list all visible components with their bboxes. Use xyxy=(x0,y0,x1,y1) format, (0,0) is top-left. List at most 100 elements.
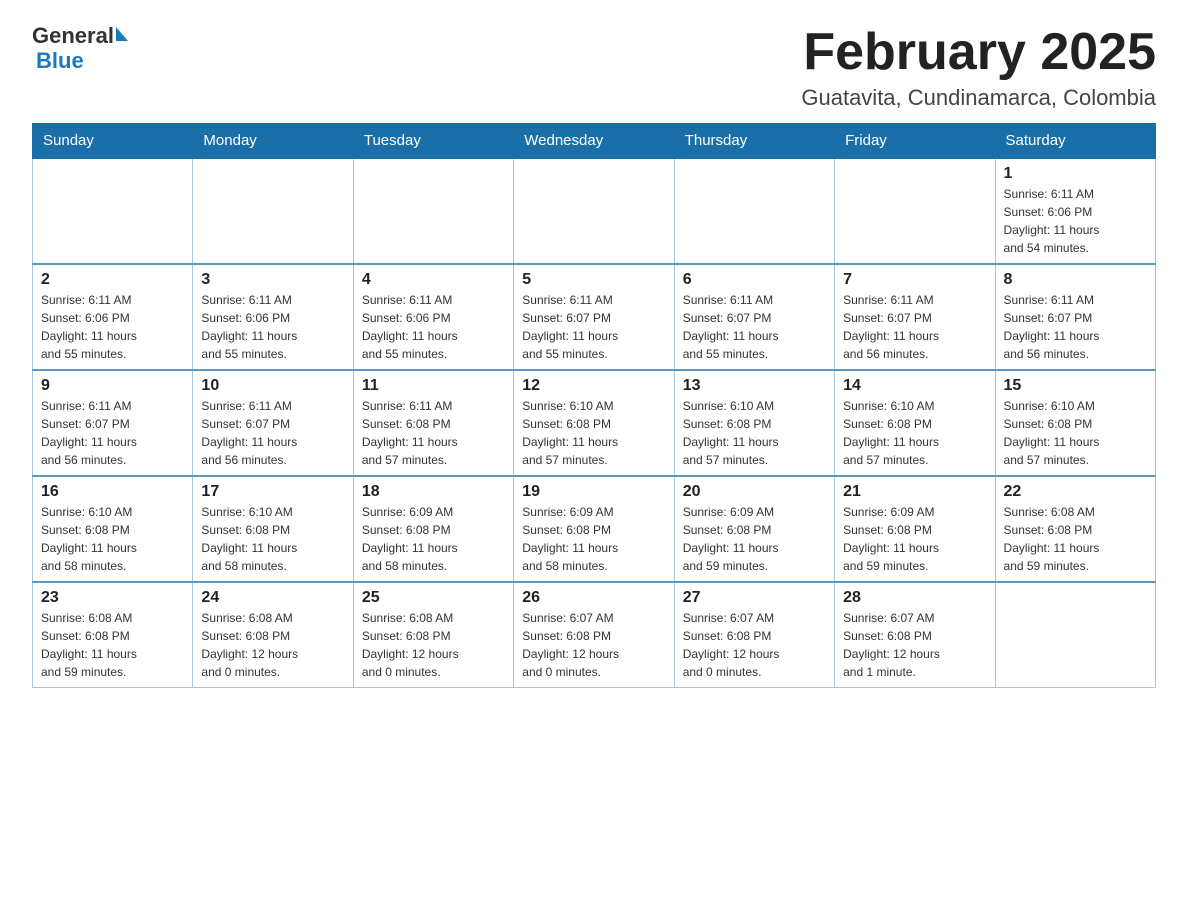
calendar-cell: 13 Sunrise: 6:10 AMSunset: 6:08 PMDayligh… xyxy=(674,370,834,476)
logo-blue-text: Blue xyxy=(36,48,84,74)
day-info: Sunrise: 6:11 AMSunset: 6:07 PMDaylight:… xyxy=(843,291,986,363)
day-number: 19 xyxy=(522,483,665,501)
day-number: 25 xyxy=(362,589,505,607)
day-number: 26 xyxy=(522,589,665,607)
logo: General Blue xyxy=(32,24,128,74)
day-number: 10 xyxy=(201,377,344,395)
day-number: 4 xyxy=(362,271,505,289)
day-number: 20 xyxy=(683,483,826,501)
day-info: Sunrise: 6:07 AMSunset: 6:08 PMDaylight:… xyxy=(683,609,826,681)
calendar-cell: 21 Sunrise: 6:09 AMSunset: 6:08 PMDayligh… xyxy=(835,476,995,582)
day-info: Sunrise: 6:07 AMSunset: 6:08 PMDaylight:… xyxy=(522,609,665,681)
calendar-cell: 1 Sunrise: 6:11 AMSunset: 6:06 PMDaylight… xyxy=(995,158,1155,264)
title-block: February 2025 Guatavita, Cundinamarca, C… xyxy=(801,24,1156,111)
day-info: Sunrise: 6:10 AMSunset: 6:08 PMDaylight:… xyxy=(41,503,184,575)
calendar-cell xyxy=(995,582,1155,688)
col-thursday: Thursday xyxy=(674,124,834,159)
day-number: 3 xyxy=(201,271,344,289)
calendar-cell xyxy=(674,158,834,264)
calendar-cell: 16 Sunrise: 6:10 AMSunset: 6:08 PMDayligh… xyxy=(33,476,193,582)
weekday-header-row: Sunday Monday Tuesday Wednesday Thursday… xyxy=(33,124,1156,159)
day-info: Sunrise: 6:09 AMSunset: 6:08 PMDaylight:… xyxy=(522,503,665,575)
day-number: 14 xyxy=(843,377,986,395)
day-number: 16 xyxy=(41,483,184,501)
calendar-cell: 19 Sunrise: 6:09 AMSunset: 6:08 PMDayligh… xyxy=(514,476,674,582)
calendar-cell: 17Sunrise: 6:10 AMSunset: 6:08 PMDayligh… xyxy=(193,476,353,582)
day-info: Sunrise: 6:09 AMSunset: 6:08 PMDaylight:… xyxy=(683,503,826,575)
week-row-5: 23 Sunrise: 6:08 AMSunset: 6:08 PMDayligh… xyxy=(33,582,1156,688)
col-saturday: Saturday xyxy=(995,124,1155,159)
calendar-cell xyxy=(353,158,513,264)
calendar-cell: 6 Sunrise: 6:11 AMSunset: 6:07 PMDaylight… xyxy=(674,264,834,370)
day-info: Sunrise: 6:11 AMSunset: 6:07 PMDaylight:… xyxy=(41,397,184,469)
day-info: Sunrise: 6:07 AMSunset: 6:08 PMDaylight:… xyxy=(843,609,986,681)
calendar-cell: 7 Sunrise: 6:11 AMSunset: 6:07 PMDaylight… xyxy=(835,264,995,370)
page-subtitle: Guatavita, Cundinamarca, Colombia xyxy=(801,85,1156,111)
calendar-cell: 8Sunrise: 6:11 AMSunset: 6:07 PMDaylight… xyxy=(995,264,1155,370)
day-info: Sunrise: 6:10 AMSunset: 6:08 PMDaylight:… xyxy=(522,397,665,469)
calendar-cell xyxy=(33,158,193,264)
calendar-cell xyxy=(193,158,353,264)
calendar-cell: 4Sunrise: 6:11 AMSunset: 6:06 PMDaylight… xyxy=(353,264,513,370)
calendar-cell: 9 Sunrise: 6:11 AMSunset: 6:07 PMDaylight… xyxy=(33,370,193,476)
calendar-cell: 28Sunrise: 6:07 AMSunset: 6:08 PMDayligh… xyxy=(835,582,995,688)
calendar-cell: 3 Sunrise: 6:11 AMSunset: 6:06 PMDaylight… xyxy=(193,264,353,370)
calendar-cell: 20 Sunrise: 6:09 AMSunset: 6:08 PMDayligh… xyxy=(674,476,834,582)
calendar-cell: 10 Sunrise: 6:11 AMSunset: 6:07 PMDayligh… xyxy=(193,370,353,476)
day-info: Sunrise: 6:08 AMSunset: 6:08 PMDaylight:… xyxy=(362,609,505,681)
calendar-cell: 11 Sunrise: 6:11 AMSunset: 6:08 PMDayligh… xyxy=(353,370,513,476)
day-number: 18 xyxy=(362,483,505,501)
calendar-cell: 23 Sunrise: 6:08 AMSunset: 6:08 PMDayligh… xyxy=(33,582,193,688)
day-info: Sunrise: 6:08 AMSunset: 6:08 PMDaylight:… xyxy=(41,609,184,681)
day-number: 21 xyxy=(843,483,986,501)
day-number: 7 xyxy=(843,271,986,289)
day-info: Sunrise: 6:10 AMSunset: 6:08 PMDaylight:… xyxy=(1004,397,1147,469)
day-info: Sunrise: 6:08 AMSunset: 6:08 PMDaylight:… xyxy=(1004,503,1147,575)
week-row-1: 1 Sunrise: 6:11 AMSunset: 6:06 PMDaylight… xyxy=(33,158,1156,264)
day-number: 13 xyxy=(683,377,826,395)
week-row-3: 9 Sunrise: 6:11 AMSunset: 6:07 PMDaylight… xyxy=(33,370,1156,476)
day-number: 17 xyxy=(201,483,344,501)
day-number: 27 xyxy=(683,589,826,607)
day-info: Sunrise: 6:11 AMSunset: 6:07 PMDaylight:… xyxy=(522,291,665,363)
col-wednesday: Wednesday xyxy=(514,124,674,159)
day-info: Sunrise: 6:10 AMSunset: 6:08 PMDaylight:… xyxy=(843,397,986,469)
day-number: 24 xyxy=(201,589,344,607)
calendar-cell xyxy=(835,158,995,264)
col-monday: Monday xyxy=(193,124,353,159)
calendar-cell: 22Sunrise: 6:08 AMSunset: 6:08 PMDayligh… xyxy=(995,476,1155,582)
day-number: 9 xyxy=(41,377,184,395)
col-friday: Friday xyxy=(835,124,995,159)
day-info: Sunrise: 6:11 AMSunset: 6:08 PMDaylight:… xyxy=(362,397,505,469)
logo-general-text: General xyxy=(32,24,114,48)
week-row-4: 16 Sunrise: 6:10 AMSunset: 6:08 PMDayligh… xyxy=(33,476,1156,582)
day-info: Sunrise: 6:10 AMSunset: 6:08 PMDaylight:… xyxy=(683,397,826,469)
day-info: Sunrise: 6:11 AMSunset: 6:06 PMDaylight:… xyxy=(201,291,344,363)
calendar-table: Sunday Monday Tuesday Wednesday Thursday… xyxy=(32,123,1156,688)
calendar-cell: 24 Sunrise: 6:08 AMSunset: 6:08 PMDayligh… xyxy=(193,582,353,688)
page-title: February 2025 xyxy=(801,24,1156,81)
day-info: Sunrise: 6:11 AMSunset: 6:06 PMDaylight:… xyxy=(1004,185,1147,257)
day-info: Sunrise: 6:11 AMSunset: 6:07 PMDaylight:… xyxy=(201,397,344,469)
day-number: 5 xyxy=(522,271,665,289)
calendar-cell: 5 Sunrise: 6:11 AMSunset: 6:07 PMDaylight… xyxy=(514,264,674,370)
calendar-cell: 12 Sunrise: 6:10 AMSunset: 6:08 PMDayligh… xyxy=(514,370,674,476)
calendar-cell: 27 Sunrise: 6:07 AMSunset: 6:08 PMDayligh… xyxy=(674,582,834,688)
day-info: Sunrise: 6:09 AMSunset: 6:08 PMDaylight:… xyxy=(843,503,986,575)
calendar-cell xyxy=(514,158,674,264)
day-number: 6 xyxy=(683,271,826,289)
day-number: 1 xyxy=(1004,165,1147,183)
day-info: Sunrise: 6:09 AMSunset: 6:08 PMDaylight:… xyxy=(362,503,505,575)
day-info: Sunrise: 6:11 AMSunset: 6:07 PMDaylight:… xyxy=(683,291,826,363)
day-number: 2 xyxy=(41,271,184,289)
calendar-cell: 26 Sunrise: 6:07 AMSunset: 6:08 PMDayligh… xyxy=(514,582,674,688)
day-info: Sunrise: 6:11 AMSunset: 6:07 PMDaylight:… xyxy=(1004,291,1147,363)
day-number: 12 xyxy=(522,377,665,395)
calendar-cell: 25 Sunrise: 6:08 AMSunset: 6:08 PMDayligh… xyxy=(353,582,513,688)
calendar-cell: 14 Sunrise: 6:10 AMSunset: 6:08 PMDayligh… xyxy=(835,370,995,476)
calendar-cell: 15Sunrise: 6:10 AMSunset: 6:08 PMDayligh… xyxy=(995,370,1155,476)
page-header: General Blue February 2025 Guatavita, Cu… xyxy=(32,24,1156,111)
day-number: 11 xyxy=(362,377,505,395)
day-info: Sunrise: 6:08 AMSunset: 6:08 PMDaylight:… xyxy=(201,609,344,681)
day-number: 23 xyxy=(41,589,184,607)
